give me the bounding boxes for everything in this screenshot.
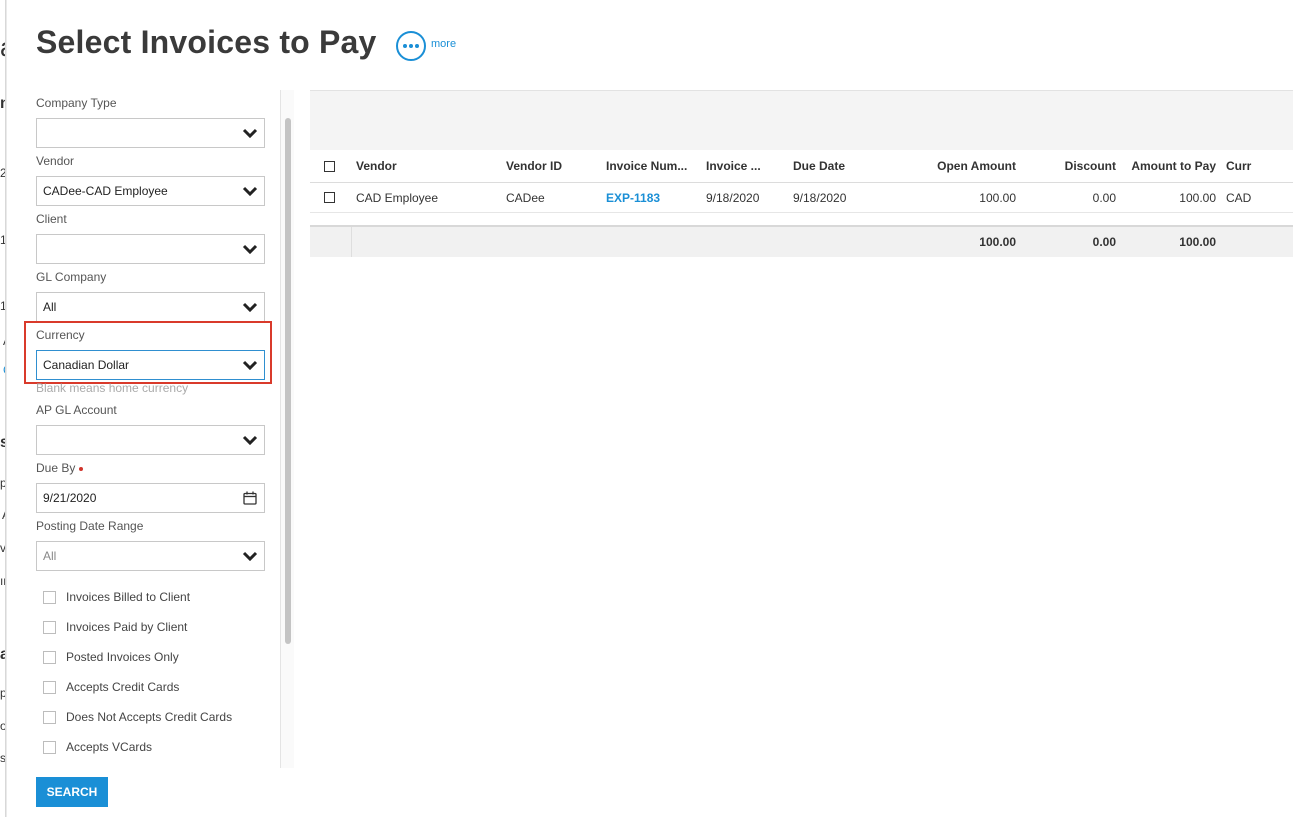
- required-indicator: [79, 466, 84, 471]
- background-panel-edge: a n 2 1 1 A C s p A v ır a p o s: [0, 0, 7, 817]
- search-button[interactable]: SEARCH: [36, 777, 108, 807]
- grid-toolbar: [310, 90, 1293, 150]
- checkbox-label: Invoices Billed to Client: [66, 590, 191, 604]
- checkbox-label: Invoices Paid by Client: [66, 620, 188, 634]
- gl-company-select[interactable]: All: [36, 292, 265, 322]
- due-by-date-input[interactable]: 9/21/2020: [36, 483, 265, 513]
- due-by-value: 9/21/2020: [43, 491, 97, 505]
- accepts-vcards-checkbox[interactable]: Accepts VCards: [43, 739, 152, 755]
- checkbox-label: Accepts VCards: [66, 740, 153, 754]
- column-header-due-date[interactable]: Due Date: [793, 150, 845, 182]
- cell-invoice-date: 9/18/2020: [706, 190, 760, 205]
- column-header-invoice-date[interactable]: Invoice ...: [706, 150, 761, 182]
- total-discount: 0.00: [1092, 235, 1116, 249]
- client-label: Client: [36, 212, 67, 226]
- vendor-label: Vendor: [36, 154, 75, 168]
- invoices-billed-to-client-checkbox[interactable]: Invoices Billed to Client: [43, 589, 190, 605]
- checkbox-label: Posted Invoices Only: [66, 650, 179, 664]
- invoices-paid-by-client-checkbox[interactable]: Invoices Paid by Client: [43, 619, 187, 635]
- due-by-label-text: Due By: [36, 461, 76, 475]
- more-link[interactable]: more: [431, 38, 456, 50]
- checkbox-box[interactable]: [43, 620, 56, 634]
- chevron-down-icon: [242, 302, 258, 312]
- column-header-vendor[interactable]: Vendor: [356, 150, 397, 182]
- cell-due-date: 9/18/2020: [793, 190, 847, 205]
- chevron-down-icon: [242, 360, 258, 370]
- column-header-invoice-number[interactable]: Invoice Num...: [606, 150, 687, 182]
- posting-date-range-value: All: [43, 549, 57, 563]
- checkbox-label: Accepts Credit Cards: [66, 680, 180, 694]
- checkbox-box[interactable]: [43, 650, 56, 664]
- checkbox-box[interactable]: [43, 680, 56, 694]
- cell-open-amount: 100.00: [979, 190, 1016, 205]
- column-header-discount[interactable]: Discount: [1030, 150, 1116, 182]
- checkbox-box[interactable]: [43, 710, 56, 724]
- more-icon: [403, 44, 407, 48]
- cell-amount-to-pay[interactable]: 100.00: [1120, 183, 1216, 212]
- cell-currency: CAD: [1226, 190, 1252, 205]
- ap-gl-account-label: AP GL Account: [36, 403, 117, 417]
- total-open-amount: 100.00: [979, 235, 1016, 249]
- page-title: Select Invoices to Pay: [36, 24, 377, 60]
- checkbox-box[interactable]: [43, 590, 56, 604]
- checkbox-box[interactable]: [43, 740, 56, 754]
- cell-vendor: CAD Employee: [356, 190, 439, 205]
- chevron-down-icon: [242, 435, 258, 445]
- vendor-select[interactable]: CADee-CAD Employee: [36, 176, 265, 206]
- currency-select[interactable]: Canadian Dollar: [36, 350, 265, 380]
- grid-totals-row: 100.00 0.00 100.00: [310, 225, 1293, 257]
- posted-invoices-only-checkbox[interactable]: Posted Invoices Only: [43, 649, 179, 665]
- calendar-icon[interactable]: [243, 491, 257, 505]
- invoice-number-link[interactable]: EXP-1183: [606, 183, 660, 212]
- company-type-select[interactable]: [36, 118, 265, 148]
- posting-date-range-select[interactable]: All: [36, 541, 265, 571]
- currency-label: Currency: [36, 328, 85, 342]
- ap-gl-account-select[interactable]: [36, 425, 265, 455]
- column-header-amount-to-pay[interactable]: Amount to Pay: [1120, 150, 1216, 182]
- accepts-credit-cards-checkbox[interactable]: Accepts Credit Cards: [43, 679, 179, 695]
- does-not-accept-credit-cards-checkbox[interactable]: Does Not Accepts Credit Cards: [43, 709, 232, 725]
- column-header-currency[interactable]: Curr: [1226, 150, 1251, 182]
- gl-company-value: All: [43, 300, 57, 314]
- gl-company-label: GL Company: [36, 270, 107, 284]
- table-row[interactable]: CAD Employee CADee EXP-1183 9/18/2020 9/…: [310, 183, 1293, 213]
- filter-scrollbar[interactable]: [280, 90, 294, 768]
- chevron-down-icon: [242, 128, 258, 138]
- column-header-vendor-id[interactable]: Vendor ID: [506, 150, 562, 182]
- company-type-label: Company Type: [36, 96, 117, 110]
- currency-hint: Blank means home currency: [36, 381, 189, 395]
- scrollbar-thumb[interactable]: [285, 118, 291, 644]
- cell-vendor-id: CADee: [506, 190, 545, 205]
- grid-header-row: Vendor Vendor ID Invoice Num... Invoice …: [310, 150, 1293, 183]
- posting-date-range-label: Posting Date Range: [36, 519, 144, 533]
- chevron-down-icon: [242, 186, 258, 196]
- currency-value: Canadian Dollar: [43, 358, 130, 372]
- due-by-label: Due By: [36, 461, 84, 475]
- chevron-down-icon: [242, 244, 258, 254]
- vendor-value: CADee-CAD Employee: [43, 184, 168, 198]
- client-select[interactable]: [36, 234, 265, 264]
- cell-discount[interactable]: 0.00: [1030, 183, 1116, 212]
- column-header-open-amount[interactable]: Open Amount: [910, 150, 1016, 182]
- chevron-down-icon: [242, 551, 258, 561]
- total-amount-to-pay: 100.00: [1179, 235, 1216, 249]
- more-button[interactable]: [396, 31, 426, 61]
- row-checkbox[interactable]: [324, 183, 335, 212]
- select-all-checkbox[interactable]: [324, 150, 335, 182]
- checkbox-label: Does Not Accepts Credit Cards: [66, 710, 233, 724]
